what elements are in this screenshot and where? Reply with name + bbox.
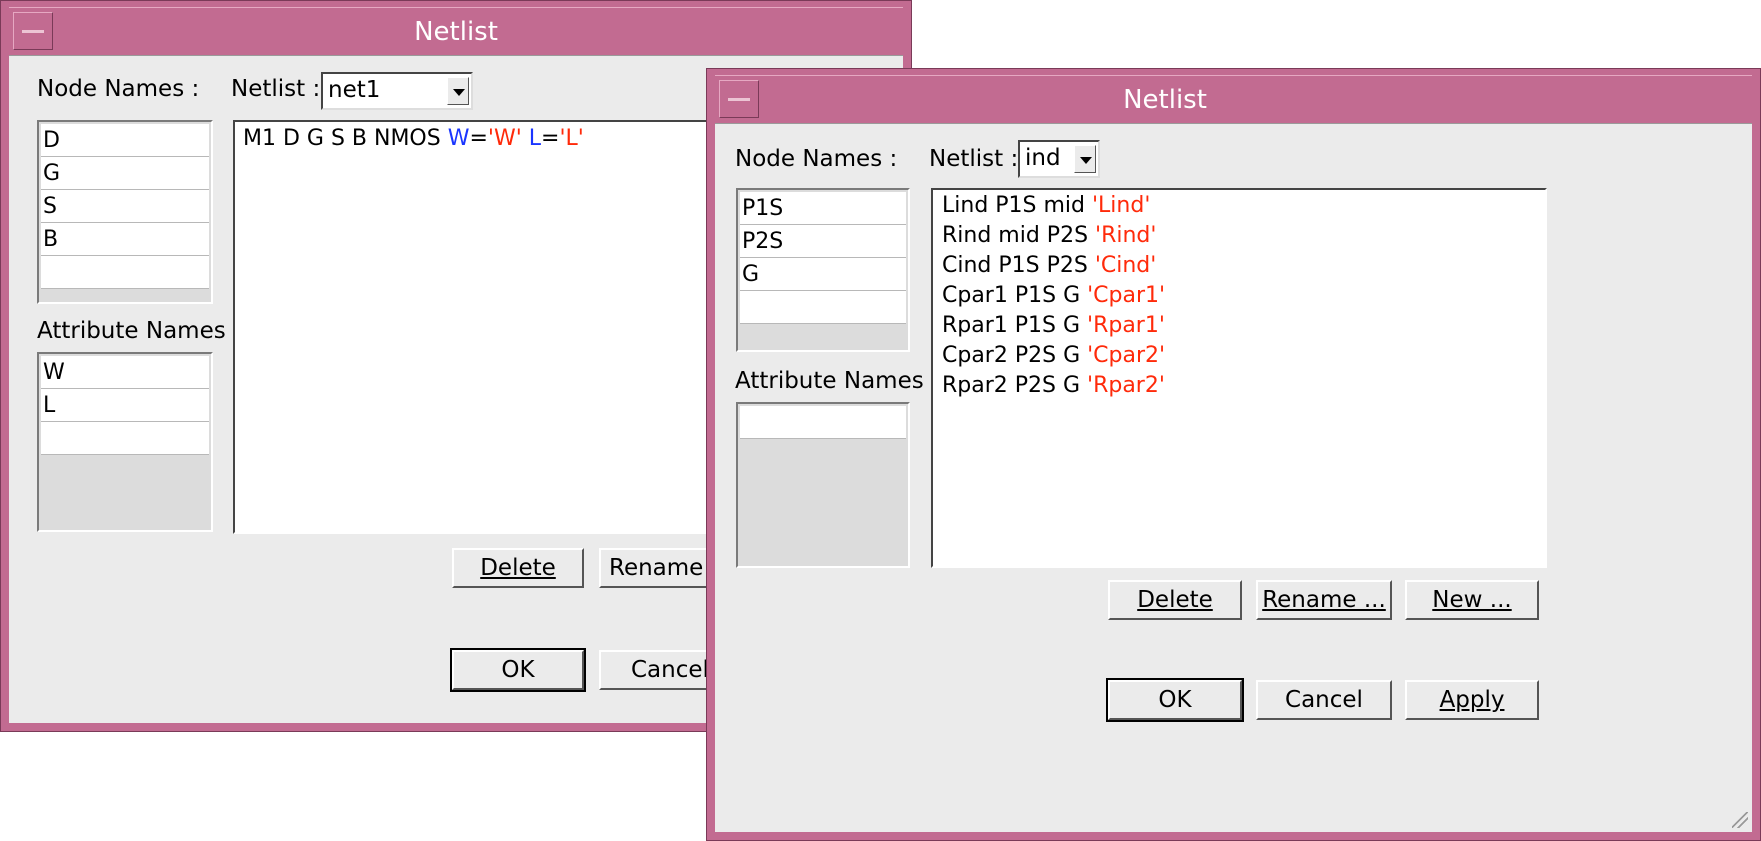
attribute-names-label: Attribute Names :	[735, 368, 939, 394]
list-item-empty[interactable]	[41, 256, 209, 289]
node-names-label: Node Names :	[37, 76, 200, 102]
netlist-window-front: Netlist Node Names : Netlist : ind P1S P…	[706, 68, 1761, 841]
window-menu-button[interactable]	[719, 80, 759, 118]
attribute-names-label: Attribute Names :	[37, 318, 241, 344]
delete-button[interactable]: Delete	[452, 548, 584, 588]
netlist-line: Lind P1S mid 'Lind'	[942, 193, 1151, 218]
chevron-down-icon[interactable]	[1074, 145, 1096, 173]
list-item[interactable]: W	[41, 356, 209, 389]
ok-button[interactable]: OK	[1106, 678, 1244, 722]
new-button[interactable]: New ...	[1405, 580, 1539, 620]
attribute-names-list[interactable]	[736, 402, 910, 568]
dialog-body: Node Names : Netlist : ind P1S P2S G Att…	[715, 123, 1752, 832]
list-item[interactable]: S	[41, 190, 209, 223]
node-names-list[interactable]: P1S P2S G	[736, 188, 910, 352]
resize-grip-icon[interactable]	[1732, 812, 1748, 828]
list-item-empty[interactable]	[740, 291, 906, 324]
node-names-list[interactable]: D G S B	[37, 120, 213, 304]
rename-button[interactable]: Rename ...	[1256, 580, 1392, 620]
netlist-select-value: ind	[1025, 145, 1061, 171]
ok-button[interactable]: OK	[450, 648, 586, 692]
netlist-select[interactable]: net1	[321, 72, 473, 110]
netlist-line: Cpar1 P1S G 'Cpar1'	[942, 283, 1166, 308]
node-names-label: Node Names :	[735, 146, 898, 172]
apply-button[interactable]: Apply	[1405, 680, 1539, 720]
netlist-label: Netlist :	[929, 146, 1019, 172]
list-item-empty[interactable]	[740, 406, 906, 439]
list-item[interactable]: D	[41, 124, 209, 157]
netlist-line: Cind P1S P2S 'Cind'	[942, 253, 1157, 278]
attribute-names-list[interactable]: W L	[37, 352, 213, 532]
netlist-line: M1 D G S B NMOS W='W' L='L'	[243, 126, 584, 151]
chevron-down-icon[interactable]	[447, 77, 469, 105]
list-item[interactable]: P2S	[740, 225, 906, 258]
delete-button[interactable]: Delete	[1108, 580, 1242, 620]
netlist-select-value: net1	[328, 77, 381, 103]
list-item[interactable]: G	[41, 157, 209, 190]
list-item-empty[interactable]	[41, 422, 209, 455]
netlist-select[interactable]: ind	[1018, 140, 1100, 178]
cancel-button[interactable]: Cancel	[1256, 680, 1392, 720]
list-item[interactable]: B	[41, 223, 209, 256]
window-title: Netlist	[414, 17, 498, 47]
list-item[interactable]: L	[41, 389, 209, 422]
netlist-text-area[interactable]: Lind P1S mid 'Lind' Rind mid P2S 'Rind' …	[931, 188, 1547, 568]
netlist-line: Rpar2 P2S G 'Rpar2'	[942, 373, 1165, 398]
list-item[interactable]: G	[740, 258, 906, 291]
window-title: Netlist	[1123, 85, 1207, 115]
netlist-line: Rind mid P2S 'Rind'	[942, 223, 1157, 248]
title-bar[interactable]: Netlist	[9, 7, 903, 57]
netlist-line: Rpar1 P1S G 'Rpar1'	[942, 313, 1165, 338]
list-item[interactable]: P1S	[740, 192, 906, 225]
title-bar[interactable]: Netlist	[715, 75, 1752, 125]
netlist-label: Netlist :	[231, 76, 321, 102]
netlist-line: Cpar2 P2S G 'Cpar2'	[942, 343, 1166, 368]
